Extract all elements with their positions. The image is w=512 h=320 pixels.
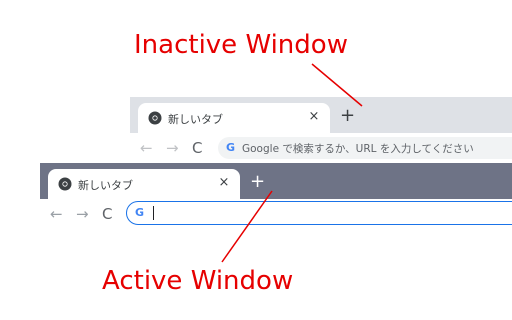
back-arrow-icon[interactable]: ← xyxy=(140,139,153,157)
forward-arrow-icon[interactable]: → xyxy=(76,205,89,223)
close-icon[interactable]: × xyxy=(306,110,322,124)
active-window: 新しいタブ × + ← → C G xyxy=(40,163,512,231)
back-arrow-icon[interactable]: ← xyxy=(50,205,63,223)
inactive-omnibox[interactable]: G Google で検索するか、URL を入力してください xyxy=(218,137,512,159)
new-tab-button[interactable]: + xyxy=(250,173,265,191)
google-icon: G xyxy=(226,141,236,154)
inactive-window: 新しいタブ × + ← → C G Google で検索するか、URL を入力し… xyxy=(130,97,512,163)
chrome-icon xyxy=(148,111,162,125)
inactive-toolbar: ← → C G Google で検索するか、URL を入力してください xyxy=(130,133,512,163)
new-tab-button[interactable]: + xyxy=(340,107,355,125)
google-icon: G xyxy=(135,206,145,219)
close-icon[interactable]: × xyxy=(216,176,232,190)
reload-icon[interactable]: C xyxy=(192,139,202,157)
active-tab[interactable]: 新しいタブ × xyxy=(48,169,240,199)
active-omnibox[interactable]: G xyxy=(126,201,512,225)
forward-arrow-icon[interactable]: → xyxy=(166,139,179,157)
inactive-tab-title: 新しいタブ xyxy=(168,113,223,126)
active-tabstrip: 新しいタブ × + xyxy=(40,163,512,199)
inactive-tab[interactable]: 新しいタブ × xyxy=(138,103,330,133)
inactive-tabstrip: 新しいタブ × + xyxy=(130,97,512,133)
active-window-label: Active Window xyxy=(102,266,294,296)
reload-icon[interactable]: C xyxy=(102,205,112,223)
text-caret xyxy=(153,206,154,220)
inactive-window-label: Inactive Window xyxy=(134,30,348,60)
active-tab-title: 新しいタブ xyxy=(78,179,133,192)
omnibox-placeholder: Google で検索するか、URL を入力してください xyxy=(242,143,474,155)
active-toolbar: ← → C G xyxy=(40,199,512,229)
chrome-icon xyxy=(58,177,72,191)
